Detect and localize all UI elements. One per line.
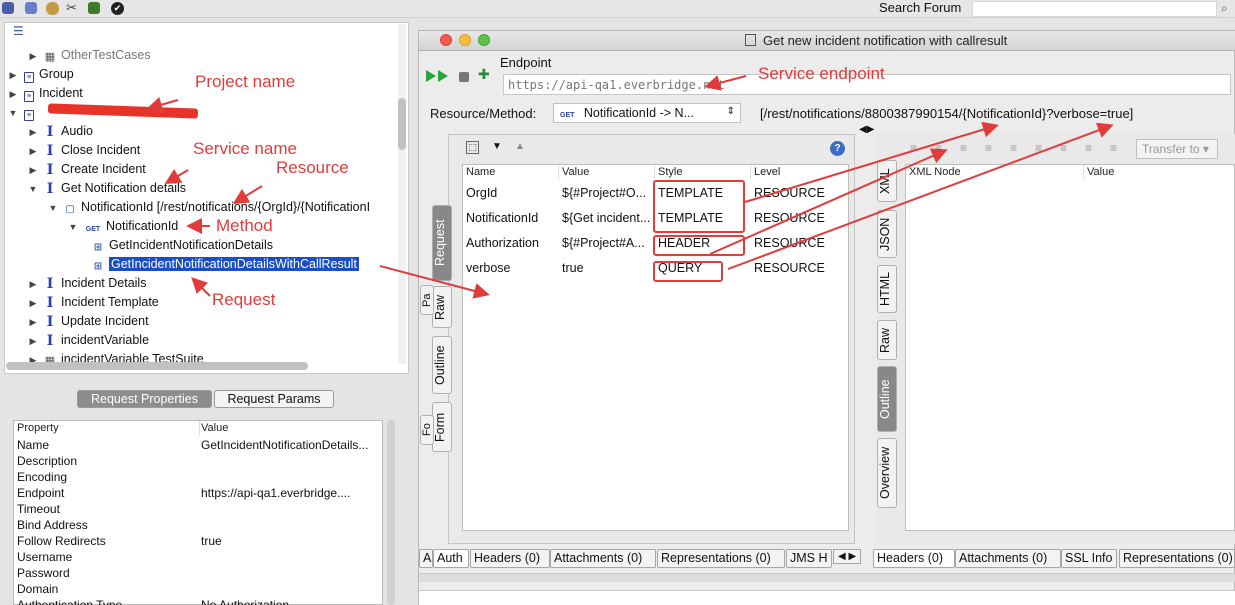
arrow-query-to-verbose [727, 122, 1114, 270]
arrow-project-name [146, 97, 179, 113]
arrow-template-to-path [744, 121, 999, 203]
arrow-header-to-headers [709, 148, 948, 255]
arrow-service-endpoint [704, 75, 747, 91]
arrow-resource [232, 185, 263, 205]
arrow-request-to-table [379, 265, 490, 299]
arrow-service-name [164, 168, 189, 185]
annotation-arrows [146, 75, 1114, 299]
arrow-request [191, 277, 211, 297]
